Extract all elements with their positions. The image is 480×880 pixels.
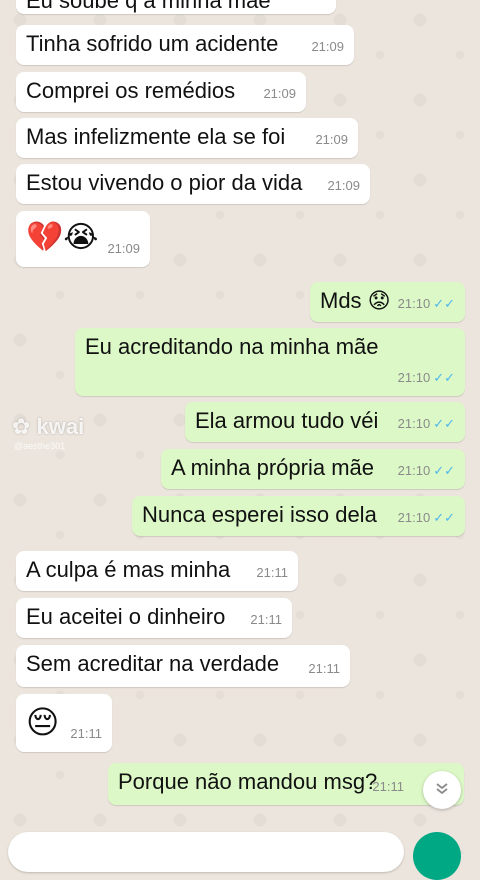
message-time: 21:09: [315, 132, 348, 147]
message-text: Mds 😟: [320, 288, 391, 313]
message-time: 21:10 ✓✓: [397, 416, 455, 431]
message-time: 21:10 ✓✓: [397, 510, 455, 525]
message-time: 21:09: [263, 86, 296, 101]
message-time: 21:11: [256, 565, 288, 580]
read-ticks-icon: ✓✓: [433, 370, 455, 385]
message-time: 21:09: [311, 39, 344, 54]
message-time: 21:11: [250, 612, 282, 627]
message-bubble[interactable]: Eu aceitei o dinheiro 21:11: [16, 598, 292, 638]
read-ticks-icon: ✓✓: [433, 463, 455, 478]
message-bubble-emoji[interactable]: 😔 21:11: [16, 694, 112, 752]
message-time: 21:11: [372, 779, 404, 794]
scroll-down-button[interactable]: [423, 771, 461, 809]
message-time: 21:09: [327, 178, 360, 193]
message-text: Eu soube q a minha mãe: [26, 0, 271, 13]
message-bubble-partial[interactable]: Eu soube q a minha mãe 21:09: [16, 0, 336, 14]
mic-button[interactable]: [413, 832, 461, 880]
message-text: Tinha sofrido um acidente: [26, 31, 279, 56]
message-time: 21:11: [70, 726, 102, 741]
message-time: 21:09: [107, 241, 140, 256]
message-bubble[interactable]: Sem acreditar na verdade 21:11: [16, 645, 350, 687]
message-bubble-emoji[interactable]: 💔😭 21:09: [16, 211, 150, 267]
message-bubble[interactable]: Comprei os remédios 21:09: [16, 72, 306, 112]
message-text: Eu aceitei o dinheiro: [26, 604, 226, 629]
message-text: Sem acreditar na verdade: [26, 651, 280, 676]
message-text: A minha própria mãe: [171, 455, 374, 480]
message-input[interactable]: [8, 832, 404, 872]
message-text: Eu acreditando na minha mãe: [85, 334, 379, 359]
message-text: Nunca esperei isso dela: [142, 502, 377, 527]
message-bubble-sent[interactable]: Porque não mandou msg? 21:11: [108, 763, 464, 805]
message-time: 21:10 ✓✓: [397, 296, 455, 311]
read-ticks-icon: ✓✓: [433, 416, 455, 431]
message-time: 21:10 ✓✓: [397, 463, 455, 478]
message-text: Mas infelizmente ela se foi: [26, 124, 286, 149]
message-text: A culpa é mas minha: [26, 557, 231, 582]
message-time: 21:10 ✓✓: [397, 370, 455, 385]
message-text: 💔😭: [26, 220, 99, 255]
message-bubble-sent[interactable]: Ela armou tudo véi 21:10 ✓✓: [185, 402, 465, 442]
message-bubble[interactable]: Mas infelizmente ela se foi 21:09: [16, 118, 358, 158]
message-bubble[interactable]: Estou vivendo o pior da vida 21:09: [16, 164, 370, 204]
message-bubble-sent[interactable]: Mds 😟 21:10 ✓✓: [310, 282, 465, 322]
message-bubble[interactable]: Tinha sofrido um acidente 21:09: [16, 25, 354, 65]
message-text: Ela armou tudo véi: [195, 408, 379, 433]
kwai-watermark: ✿ kwai: [12, 414, 85, 439]
watermark-handle: @aesthe301: [14, 441, 66, 451]
message-text: Porque não mandou msg?: [118, 769, 378, 794]
message-text: 😔: [26, 703, 60, 741]
message-text: Comprei os remédios: [26, 78, 236, 103]
message-text: Estou vivendo o pior da vida: [26, 170, 303, 195]
double-chevron-down-icon: [434, 780, 450, 801]
message-bubble-sent[interactable]: Eu acreditando na minha mãe 21:10 ✓✓: [75, 328, 465, 396]
message-time: 21:09: [293, 0, 326, 9]
watermark-brand: kwai: [36, 414, 85, 439]
read-ticks-icon: ✓✓: [433, 510, 455, 525]
message-bubble-sent[interactable]: A minha própria mãe 21:10 ✓✓: [161, 449, 465, 489]
read-ticks-icon: ✓✓: [433, 296, 455, 311]
message-time: 21:11: [308, 661, 340, 676]
message-bubble[interactable]: A culpa é mas minha 21:11: [16, 551, 298, 591]
message-bubble-sent[interactable]: Nunca esperei isso dela 21:10 ✓✓: [132, 496, 465, 536]
